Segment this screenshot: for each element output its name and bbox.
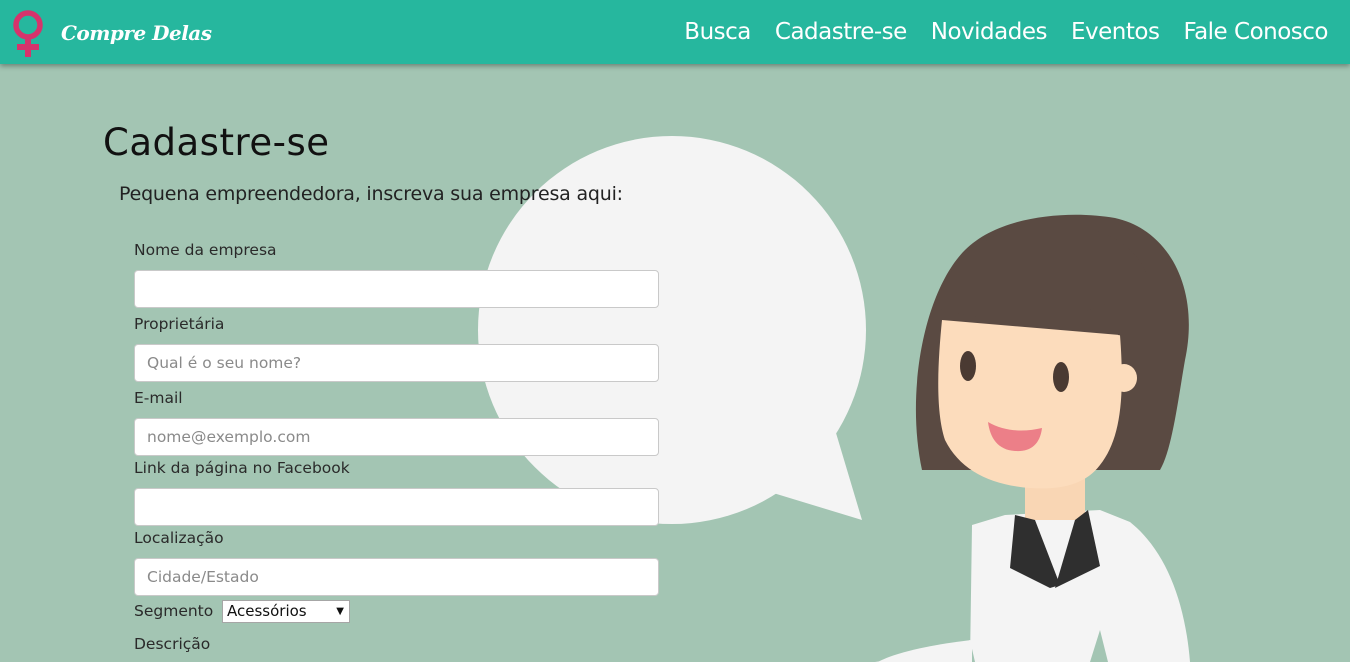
facebook-link-input[interactable] [134,488,659,526]
email-input[interactable] [134,418,659,456]
segment-select[interactable]: Acessórios ▼ [222,600,350,623]
facebook-label: Link da página no Facebook [134,459,350,477]
segment-label: Segmento [134,602,214,620]
page-title: Cadastre-se [103,121,330,164]
navbar: Compre Delas Busca Cadastre-se Novidades… [0,0,1350,64]
owner-name-input[interactable] [134,344,659,382]
main-content: Cadastre-se Pequena empreendedora, inscr… [0,0,1350,662]
caret-down-icon: ▼ [336,606,344,617]
nav-link-novidades[interactable]: Novidades [931,17,1048,47]
nav-link-cadastre-se[interactable]: Cadastre-se [775,17,907,47]
email-label: E-mail [134,389,183,407]
brand-logo[interactable]: Compre Delas [8,10,212,58]
nav-link-eventos[interactable]: Eventos [1071,17,1160,47]
segment-selected-value: Acessórios [227,602,307,620]
nav-links: Busca Cadastre-se Novidades Eventos Fale… [684,17,1328,47]
owner-label: Proprietária [134,315,225,333]
brand-name: Compre Delas [61,21,212,45]
location-label: Localização [134,529,224,547]
location-input[interactable] [134,558,659,596]
page-subtitle: Pequena empreendedora, inscreva sua empr… [119,183,623,205]
company-name-input[interactable] [134,270,659,308]
female-symbol-icon [13,10,43,57]
company-name-label: Nome da empresa [134,241,277,259]
nav-link-busca[interactable]: Busca [684,17,751,47]
nav-link-fale-conosco[interactable]: Fale Conosco [1183,17,1328,47]
description-label: Descrição [134,635,211,653]
